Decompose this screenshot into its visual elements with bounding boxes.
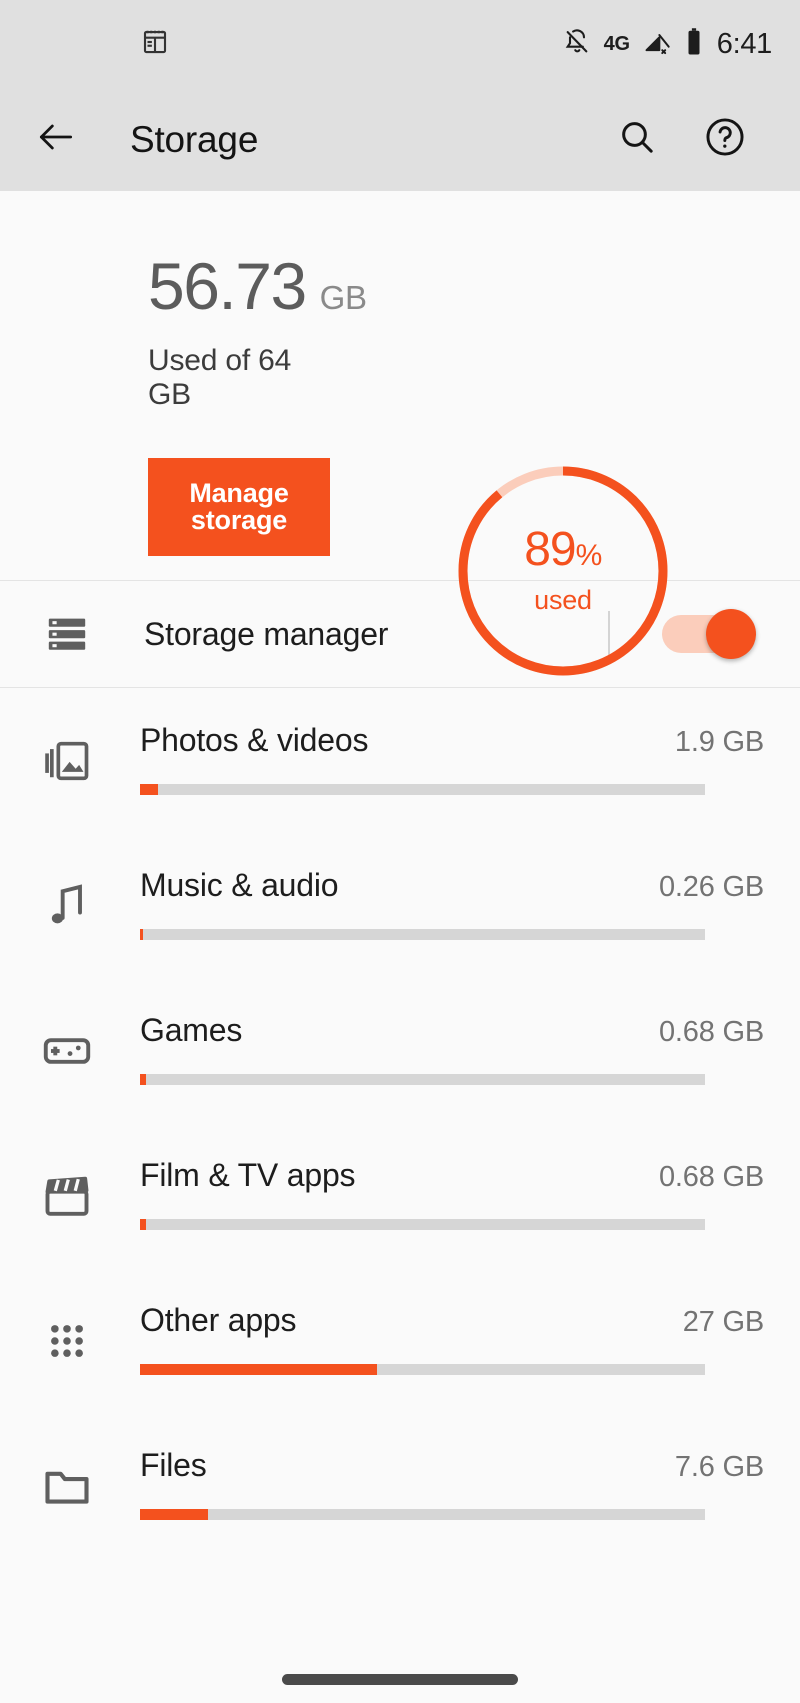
- category-progress-track: [140, 1509, 705, 1520]
- used-amount-value: 56.73: [148, 249, 307, 323]
- category-row-games[interactable]: Games 0.68 GB: [0, 978, 800, 1123]
- back-button[interactable]: [30, 114, 82, 166]
- storage-category-list: Photos & videos 1.9 GB Music & audio 0.2…: [0, 688, 800, 1558]
- category-progress-track: [140, 784, 705, 795]
- category-name: Music & audio: [140, 867, 339, 903]
- category-row-music-audio[interactable]: Music & audio 0.26 GB: [0, 833, 800, 978]
- search-button[interactable]: [614, 117, 660, 163]
- manage-storage-button[interactable]: Manage storage: [148, 458, 330, 556]
- category-progress-track: [140, 929, 705, 940]
- arrow-back-icon: [34, 115, 78, 164]
- storage-server-icon: [36, 611, 98, 657]
- category-progress-track: [140, 1364, 705, 1375]
- app-bar: Storage: [0, 88, 800, 191]
- storage-manager-toggle[interactable]: [662, 609, 756, 659]
- category-header: Film & TV apps 0.68 GB: [140, 1157, 764, 1194]
- clock-label: 6:41: [716, 27, 773, 60]
- page-title: Storage: [130, 118, 259, 160]
- category-size: 7.6 GB: [674, 1451, 764, 1483]
- used-amount-unit: GB: [319, 279, 367, 316]
- category-header: Music & audio 0.26 GB: [140, 867, 764, 904]
- gauge-percent-row: 89 %: [524, 526, 602, 574]
- music-note-icon: [36, 875, 98, 937]
- used-amount-line: 56.73 GB: [148, 249, 367, 323]
- category-size: 0.68 GB: [659, 1161, 764, 1193]
- search-icon: [617, 117, 657, 162]
- category-row-files[interactable]: Files 7.6 GB: [0, 1413, 800, 1558]
- category-progress-fill: [140, 1509, 208, 1520]
- category-row-photos-videos[interactable]: Photos & videos 1.9 GB: [0, 688, 800, 833]
- folder-icon: [36, 1455, 98, 1517]
- category-name: Other apps: [140, 1302, 297, 1338]
- gauge-caption: used: [534, 585, 592, 615]
- category-progress-fill: [140, 1074, 147, 1085]
- category-name: Film & TV apps: [140, 1157, 356, 1193]
- apps-grid-icon: [36, 1310, 98, 1372]
- category-header: Other apps 27 GB: [140, 1302, 764, 1339]
- category-progress-fill: [140, 1364, 378, 1375]
- used-of-total-label: Used of 64 GB: [148, 344, 292, 411]
- photos-videos-icon: [36, 730, 98, 792]
- status-bar-right-icons: 4G 6:41: [563, 27, 772, 62]
- battery-icon: [684, 27, 704, 62]
- category-size: 0.68 GB: [659, 1016, 764, 1048]
- gamepad-icon: [36, 1020, 98, 1082]
- status-bar-left-icons: [140, 27, 170, 62]
- category-progress-fill: [140, 784, 159, 795]
- category-header: Games 0.68 GB: [140, 1012, 764, 1049]
- category-progress-fill: [140, 929, 144, 940]
- clapperboard-icon: [36, 1165, 98, 1227]
- category-name: Games: [140, 1012, 243, 1048]
- help-button[interactable]: [702, 117, 748, 163]
- category-header: Files 7.6 GB: [140, 1447, 764, 1484]
- signal-off-icon: [643, 28, 671, 61]
- category-name: Files: [140, 1447, 207, 1483]
- gauge-percent-value: 89: [524, 523, 576, 576]
- gesture-nav-pill[interactable]: [282, 1674, 518, 1685]
- storage-summary-card: 56.73 GB Used of 64 GB Manage storage 89…: [0, 191, 800, 676]
- network-type-label: 4G: [603, 32, 630, 55]
- help-circle-icon: [703, 115, 747, 164]
- calendar-notepad-icon: [140, 27, 170, 62]
- app-bar-actions: [614, 117, 770, 163]
- category-row-film-tv-apps[interactable]: Film & TV apps 0.68 GB: [0, 1123, 800, 1268]
- category-progress-track: [140, 1074, 705, 1085]
- gauge-percent-symbol: %: [575, 539, 603, 572]
- status-bar: 4G 6:41: [0, 0, 800, 88]
- category-size: 0.26 GB: [659, 871, 764, 903]
- bell-off-icon: [563, 28, 591, 61]
- category-header: Photos & videos 1.9 GB: [140, 722, 764, 759]
- storage-manager-row[interactable]: Storage manager: [0, 581, 800, 688]
- storage-summary-text: 56.73 GB Used of 64 GB Manage storage: [0, 249, 367, 556]
- category-progress-fill: [140, 1219, 147, 1230]
- storage-manager-label: Storage manager: [144, 615, 389, 652]
- category-size: 27 GB: [682, 1306, 764, 1338]
- category-size: 1.9 GB: [674, 726, 764, 758]
- storage-usage-gauge: 89 % used: [455, 463, 671, 679]
- category-progress-track: [140, 1219, 705, 1230]
- toggle-knob: [706, 609, 756, 659]
- category-row-other-apps[interactable]: Other apps 27 GB: [0, 1268, 800, 1413]
- category-name: Photos & videos: [140, 722, 369, 758]
- storage-settings-screen: 4G 6:41 Storage 56.73 GB Used of 64 GB M…: [0, 0, 800, 1703]
- gauge-center-label: 89 % used: [455, 463, 671, 679]
